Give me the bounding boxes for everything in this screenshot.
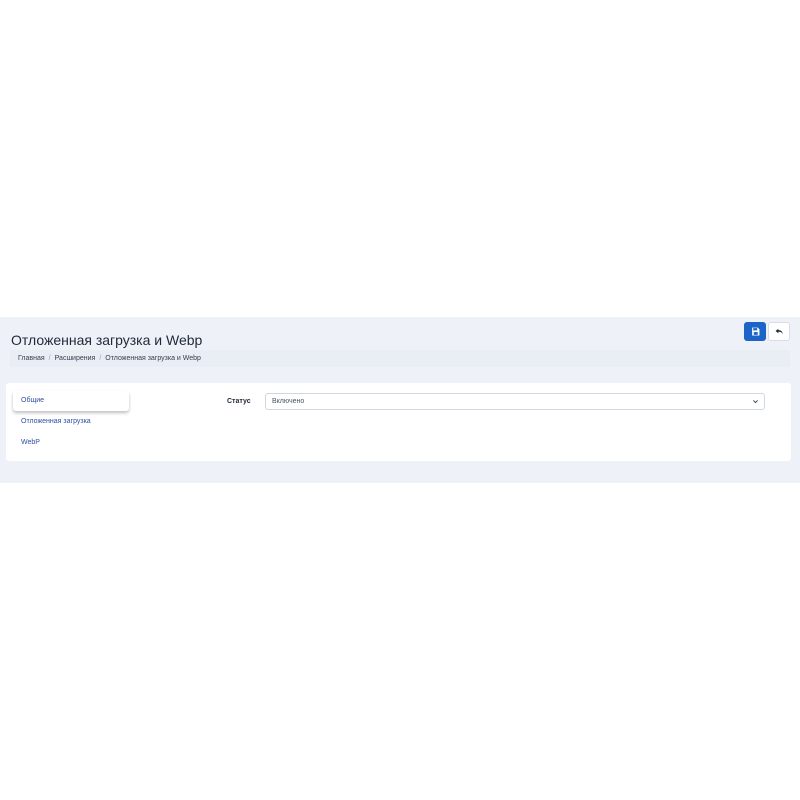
chevron-down-icon xyxy=(753,400,758,404)
breadcrumb: Главная / Расширения / Отложенная загруз… xyxy=(10,350,790,367)
breadcrumb-separator: / xyxy=(99,355,102,362)
save-button[interactable] xyxy=(744,322,766,341)
page-title: Отложенная загрузка и Webp xyxy=(11,332,203,348)
status-label: Статус xyxy=(227,398,251,405)
status-select[interactable]: Включено xyxy=(265,393,765,410)
breadcrumb-item-current: Отложенная загрузка и Webp xyxy=(105,355,201,362)
back-button[interactable] xyxy=(768,322,790,341)
content-panel: Отложенная загрузка и Webp Главная / Рас… xyxy=(0,317,800,483)
status-select-value: Включено xyxy=(272,398,305,405)
vertical-tabs: Общие Отложенная загрузка WebP xyxy=(13,391,129,454)
tab-webp[interactable]: WebP xyxy=(13,433,129,453)
header-actions xyxy=(744,322,790,341)
undo-arrow-icon xyxy=(775,328,783,335)
save-icon xyxy=(751,327,759,336)
breadcrumb-separator: / xyxy=(48,355,51,362)
settings-card: Общие Отложенная загрузка WebP Статус Вк… xyxy=(6,383,791,461)
breadcrumb-item-extensions[interactable]: Расширения xyxy=(55,355,96,362)
tab-general[interactable]: Общие xyxy=(13,391,129,411)
tab-lazy-load[interactable]: Отложенная загрузка xyxy=(13,412,129,432)
breadcrumb-item-home[interactable]: Главная xyxy=(18,355,45,362)
